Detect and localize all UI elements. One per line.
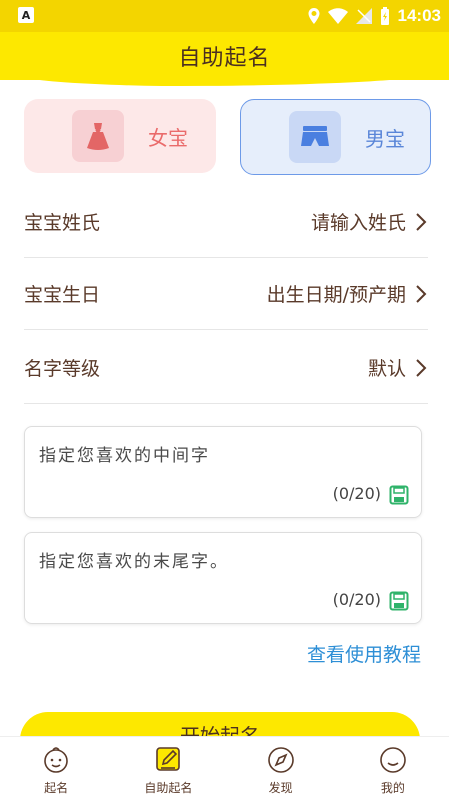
- birthday-value-wrap: 出生日期/预产期: [267, 280, 428, 307]
- surname-value-wrap: 请输入姓氏: [311, 208, 428, 235]
- dress-icon: [72, 110, 124, 162]
- middle-char-count: (0/20): [332, 484, 381, 503]
- location-icon: [308, 8, 320, 24]
- last-char-placeholder: 指定您喜欢的末尾字。: [39, 552, 229, 572]
- battery-icon: [380, 7, 389, 25]
- surname-input[interactable]: 请输入姓氏: [311, 208, 406, 235]
- page-title: 自助起名: [178, 46, 271, 71]
- pencil-icon: [156, 747, 181, 771]
- girl-option-card[interactable]: 女宝: [24, 99, 216, 173]
- shorts-icon: [289, 111, 341, 163]
- notification-icon: A: [18, 7, 34, 23]
- signal-icon: [355, 8, 372, 24]
- last-char-input[interactable]: 指定您喜欢的末尾字。 (0/20): [24, 532, 422, 624]
- bottom-nav: 起名 自助起名 发现 我的: [0, 736, 449, 801]
- compass-icon: [267, 747, 294, 773]
- name-level-value: 默认: [367, 358, 406, 380]
- save-icon[interactable]: [389, 485, 409, 505]
- nav-item-mine[interactable]: 我的: [337, 737, 449, 801]
- nav-label-naming: 起名: [44, 781, 69, 795]
- surname-row[interactable]: 宝宝姓氏 请输入姓氏: [24, 186, 428, 258]
- status-time: 14:03: [397, 6, 441, 25]
- smiley-icon: [380, 747, 406, 773]
- boy-label: 男宝: [365, 126, 405, 151]
- nav-label-mine: 我的: [380, 781, 405, 795]
- name-level-row[interactable]: 名字等级 默认: [24, 332, 428, 404]
- name-level-value-wrap: 默认: [368, 354, 428, 381]
- nav-item-self-naming[interactable]: 自助起名: [112, 737, 224, 801]
- last-char-count: (0/20): [332, 590, 381, 609]
- birthday-label: 宝宝生日: [24, 284, 101, 306]
- girl-label: 女宝: [148, 125, 188, 150]
- nav-label-discover: 发现: [268, 781, 293, 795]
- tutorial-link[interactable]: 查看使用教程: [307, 640, 421, 667]
- nav-item-discover[interactable]: 发现: [225, 737, 337, 801]
- wifi-icon: [327, 8, 348, 24]
- surname-label: 宝宝姓氏: [24, 212, 101, 234]
- baby-face-icon: [44, 747, 68, 773]
- chevron-right-icon: [416, 284, 427, 303]
- chevron-right-icon: [416, 358, 427, 377]
- status-bar: A 14:03: [0, 0, 449, 32]
- boy-option-card[interactable]: 男宝: [240, 99, 431, 175]
- save-icon[interactable]: [389, 591, 409, 611]
- status-icons: 14:03: [308, 0, 441, 32]
- birthday-row[interactable]: 宝宝生日 出生日期/预产期: [24, 258, 428, 330]
- chevron-right-icon: [416, 212, 427, 231]
- middle-char-input[interactable]: 指定您喜欢的中间字 (0/20): [24, 426, 422, 518]
- name-level-label: 名字等级: [24, 358, 101, 380]
- birthday-value: 出生日期/预产期: [266, 284, 406, 306]
- app-header: 自助起名: [0, 32, 449, 80]
- nav-item-naming[interactable]: 起名: [0, 737, 112, 801]
- nav-label-self-naming: 自助起名: [144, 781, 193, 795]
- middle-char-placeholder: 指定您喜欢的中间字: [39, 446, 210, 466]
